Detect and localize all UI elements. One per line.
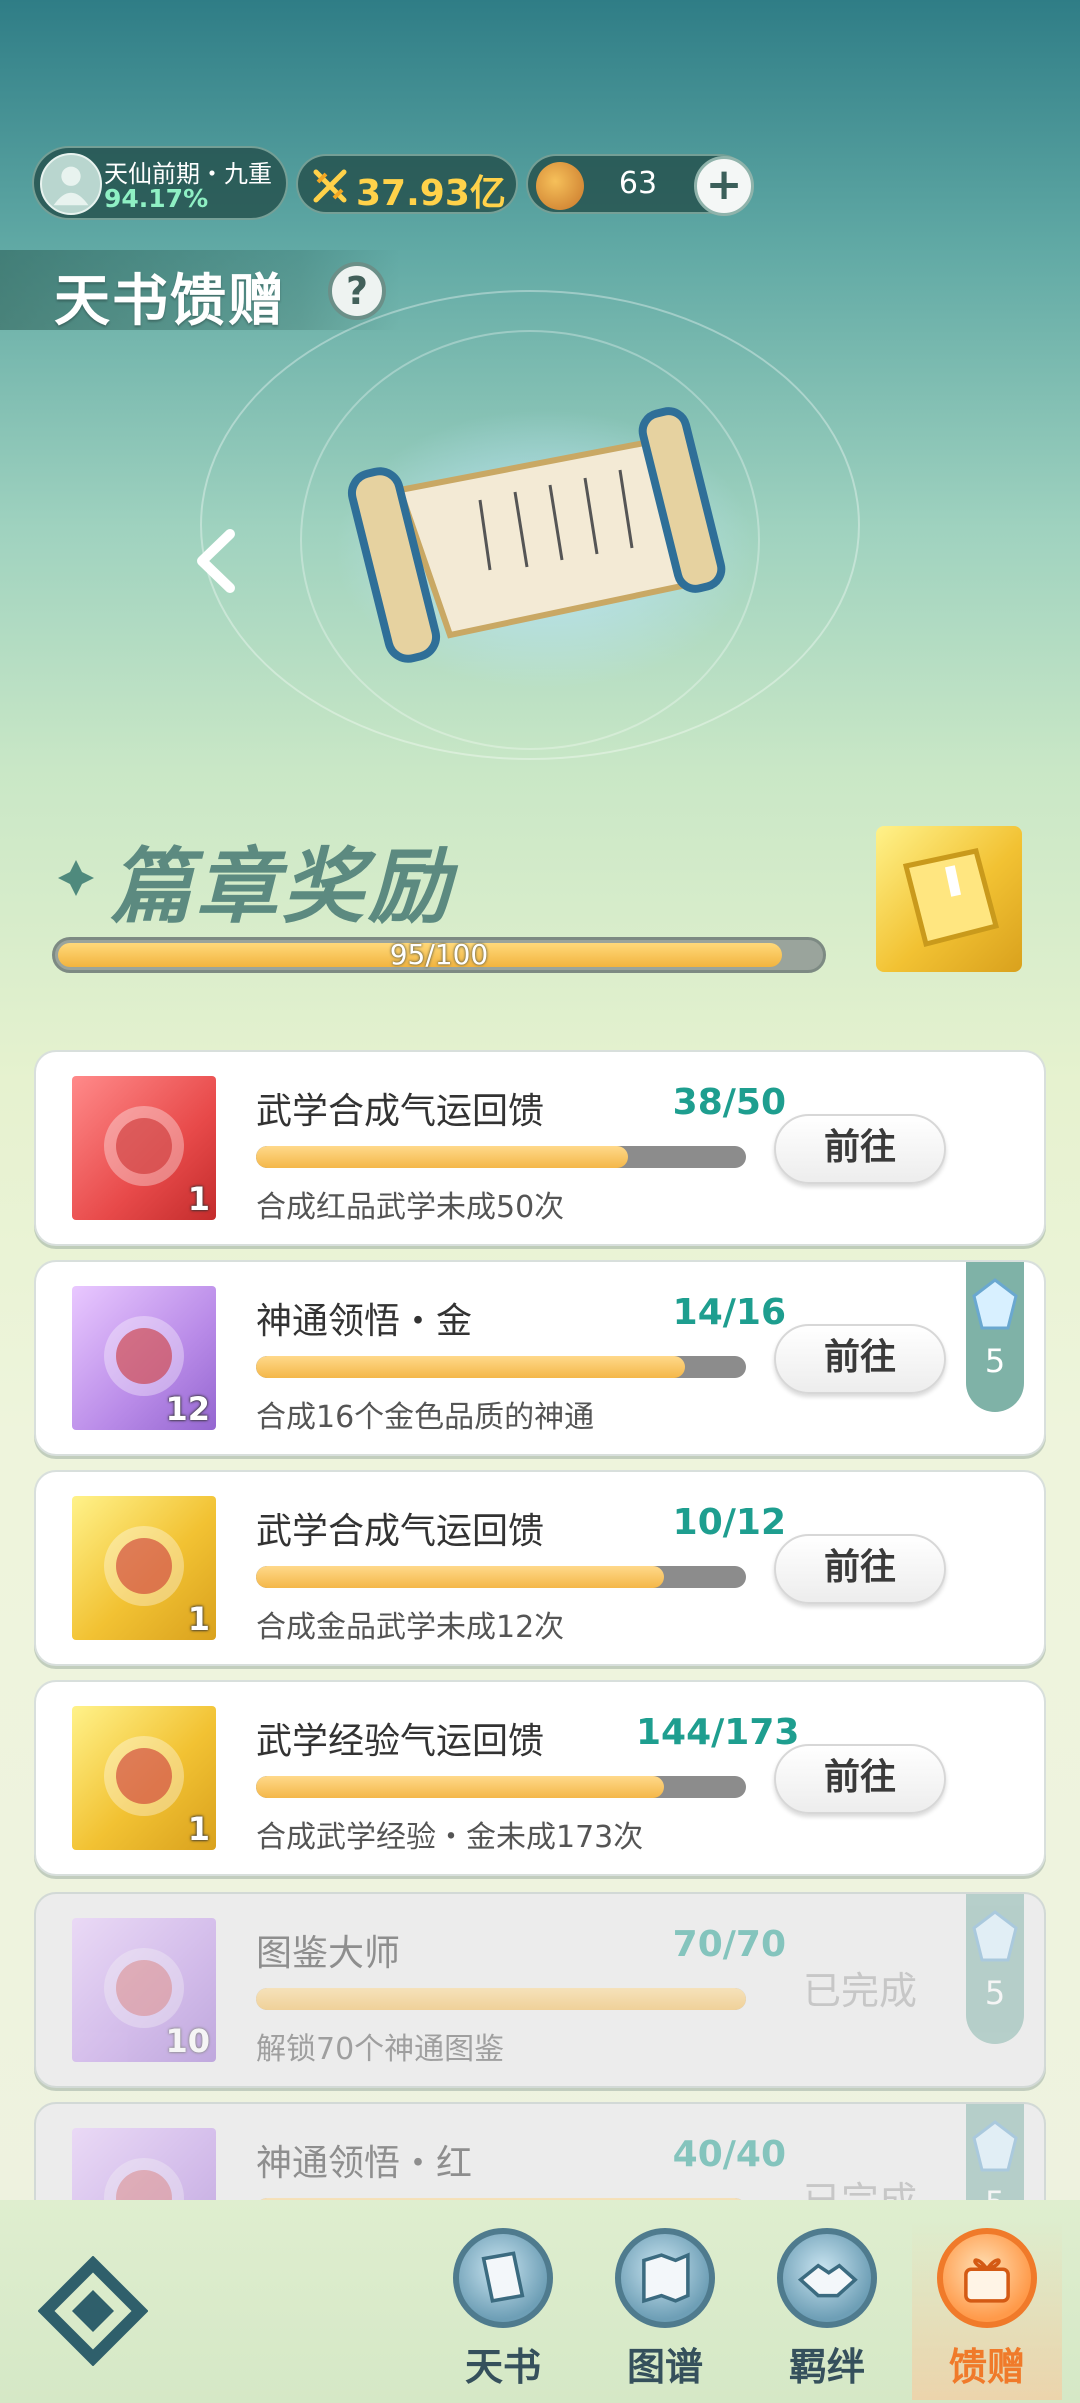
map-icon	[615, 2228, 715, 2328]
bonus-tag-count: 5	[984, 1342, 1006, 1380]
reward-item[interactable]: 10	[72, 1918, 216, 2062]
task-description: 解锁70个神通图鉴	[256, 2032, 505, 2067]
go-button[interactable]: 前往	[774, 1324, 946, 1394]
task-progress-bar	[256, 1146, 746, 1168]
go-button[interactable]: 前往	[774, 1744, 946, 1814]
task-progress-bar	[256, 1776, 746, 1798]
nav-item[interactable]: 馈赠	[912, 2220, 1062, 2400]
nav-item-label: 羁绊	[788, 2345, 865, 2389]
task-card: 12 神通领悟・金 14/16 合成16个金色品质的神通 前往 5	[34, 1260, 1046, 1456]
chapter-progress-bar: 95/100	[52, 937, 826, 973]
rank-percent: 94.17%	[104, 184, 209, 213]
task-progress-text: 70/70	[672, 1924, 786, 1965]
task-card: 1 武学合成气运回馈 10/12 合成金品武学未成12次 前往	[34, 1470, 1046, 1666]
task-progress-text: 40/40	[672, 2134, 786, 2175]
task-description: 合成金品武学未成12次	[256, 1610, 565, 1645]
task-progress-text: 144/173	[636, 1712, 800, 1753]
task-description: 合成16个金色品质的神通	[256, 1400, 595, 1435]
diamond-icon	[58, 860, 94, 896]
task-progress-fill	[256, 1776, 664, 1798]
task-progress-text: 10/12	[672, 1502, 786, 1543]
crystal-icon	[972, 2120, 1018, 2172]
task-progress-fill	[256, 1146, 629, 1168]
item-count: 1	[187, 1180, 210, 1218]
crossed-swords-icon	[313, 169, 347, 203]
bottom-nav: 天书 图谱 羁绊 馈赠	[0, 2200, 1080, 2403]
coin-value: 63	[618, 166, 658, 201]
task-progress-fill	[256, 1356, 685, 1378]
task-progress-bar	[256, 1988, 746, 2010]
crystal-icon	[972, 1910, 1018, 1962]
task-name: 武学合成气运回馈	[256, 1091, 545, 1132]
nav-item-label: 天书	[464, 2345, 541, 2389]
chevron-left-icon[interactable]	[190, 526, 246, 596]
task-progress-fill	[256, 1566, 665, 1588]
power-value: 37.93亿	[356, 173, 506, 214]
chapter-title: 篇章奖励	[110, 840, 454, 935]
task-name: 图鉴大师	[256, 1933, 401, 1974]
task-description: 合成武学经验・金未成173次	[256, 1820, 644, 1855]
reward-item[interactable]: 12	[72, 1286, 216, 1430]
go-button[interactable]: 前往	[774, 1534, 946, 1604]
item-count: 12	[165, 1390, 210, 1428]
chapter-reward-book[interactable]	[876, 826, 1022, 972]
task-progress-bar	[256, 1566, 746, 1588]
task-card: 1 武学合成气运回馈 38/50 合成红品武学未成50次 前往	[34, 1050, 1046, 1246]
task-name: 神通领悟・红	[256, 2143, 473, 2184]
task-description: 合成红品武学未成50次	[256, 1190, 565, 1225]
gift-icon	[937, 2228, 1037, 2328]
bonus-tag: 5	[966, 1894, 1024, 2044]
nav-item-label: 图谱	[626, 2345, 703, 2389]
task-progress-fill	[256, 1988, 746, 2010]
task-progress-bar	[256, 1356, 746, 1378]
task-card: 1 武学经验气运回馈 144/173 合成武学经验・金未成173次 前往	[34, 1680, 1046, 1876]
crystal-icon	[972, 1278, 1018, 1330]
item-count: 1	[187, 1600, 210, 1638]
currency-display[interactable]: 63 +	[526, 154, 754, 216]
coin-icon	[536, 162, 584, 210]
item-count: 1	[187, 1810, 210, 1848]
go-button[interactable]: 前往	[774, 1114, 946, 1184]
scroll-icon	[335, 407, 755, 690]
nav-item[interactable]: 羁绊	[752, 2220, 902, 2400]
reward-item[interactable]: 1	[72, 1496, 216, 1640]
handshake-icon	[777, 2228, 877, 2328]
item-count: 10	[165, 2022, 210, 2060]
task-name: 武学经验气运回馈	[256, 1721, 545, 1762]
game-logo-icon[interactable]	[38, 2256, 148, 2366]
book-icon	[453, 2228, 553, 2328]
reward-item[interactable]: 1	[72, 1076, 216, 1220]
power-display[interactable]: 37.93亿	[296, 154, 518, 214]
page-title: 天书馈赠	[54, 269, 286, 334]
avatar	[40, 153, 102, 215]
help-icon[interactable]: ?	[328, 262, 386, 320]
nav-item[interactable]: 图谱	[590, 2220, 740, 2400]
reward-item[interactable]: 1	[72, 1706, 216, 1850]
task-card: 10 图鉴大师 70/70 解锁70个神通图鉴 已完成 5	[34, 1892, 1046, 2088]
task-progress-text: 14/16	[672, 1292, 786, 1333]
completed-label: 已完成	[802, 1969, 917, 2013]
task-name: 神通领悟・金	[256, 1301, 473, 1342]
bonus-tag-count: 5	[984, 1974, 1006, 2012]
bonus-tag: 5	[966, 1262, 1024, 1412]
add-currency-button[interactable]: +	[694, 156, 754, 216]
rank-badge[interactable]: 天仙前期・九重 94.17%	[32, 146, 288, 220]
book-icon	[902, 848, 1000, 948]
chapter-progress-text: 95/100	[389, 938, 489, 971]
task-progress-text: 38/50	[672, 1082, 786, 1123]
nav-item[interactable]: 天书	[428, 2220, 578, 2400]
task-name: 武学合成气运回馈	[256, 1511, 545, 1552]
nav-item-label: 馈赠	[948, 2345, 1025, 2389]
